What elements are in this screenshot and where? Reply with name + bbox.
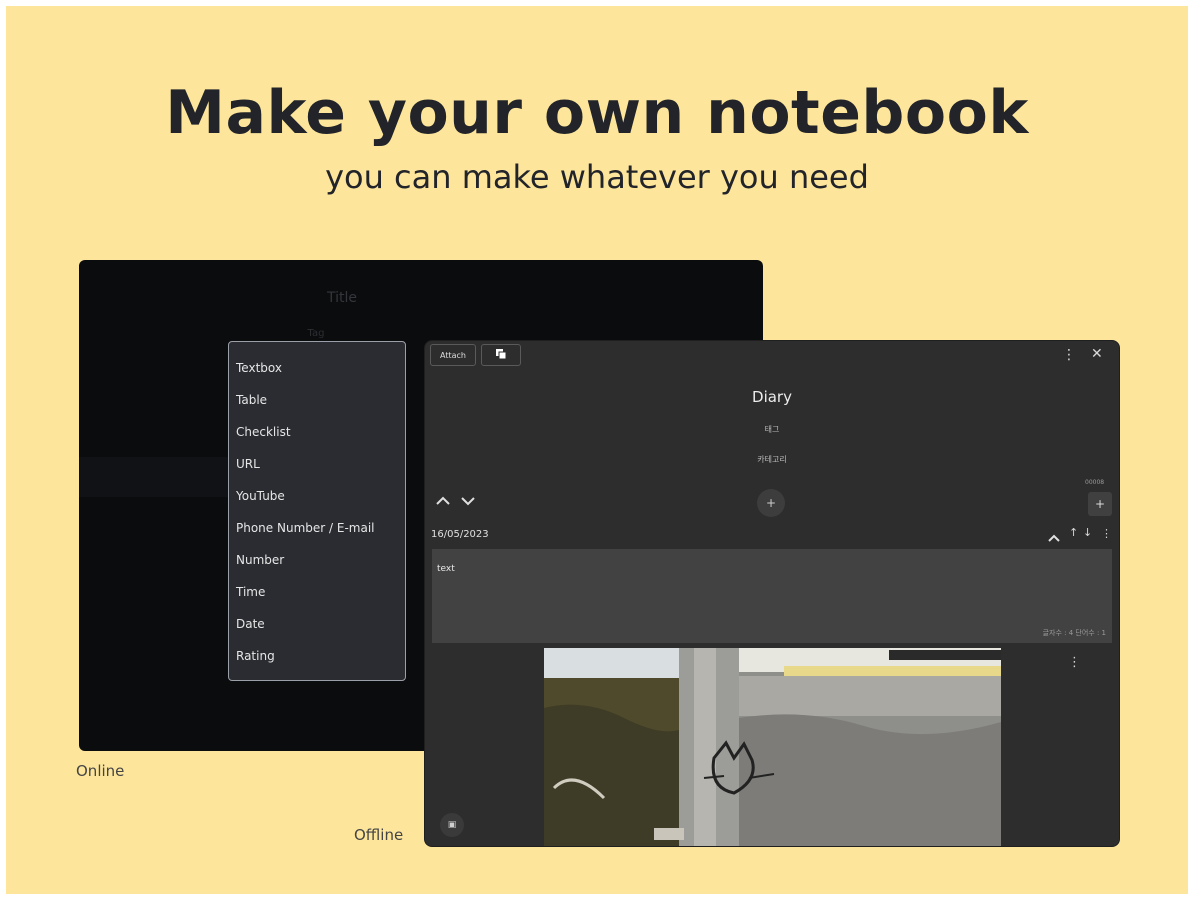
caption-online: Online <box>76 762 125 780</box>
small-counter: 00008 <box>1085 479 1105 486</box>
add-block-button[interactable]: + <box>1088 492 1112 516</box>
add-entry-button[interactable]: + <box>757 489 785 517</box>
notebook-tag[interactable]: 태그 <box>425 424 1119 435</box>
copy-icon <box>495 348 507 362</box>
menu-item-number[interactable]: Number <box>236 553 284 567</box>
note-tag[interactable]: Tag <box>301 328 331 339</box>
photo-more-icon[interactable]: ⋮ <box>1068 655 1081 670</box>
attach-button[interactable]: Attach <box>430 344 476 366</box>
text-block[interactable]: text 글자수 : 4 단어수 : 1 <box>432 549 1112 643</box>
menu-item-time[interactable]: Time <box>236 585 265 599</box>
text-block-counter: 글자수 : 4 단어수 : 1 <box>1042 629 1106 637</box>
menu-item-checklist[interactable]: Checklist <box>236 425 291 439</box>
selected-row-band <box>79 457 229 497</box>
note-title[interactable]: Title <box>302 290 382 306</box>
caption-offline: Offline <box>354 826 404 844</box>
chevron-down-icon[interactable] <box>460 492 476 511</box>
chevron-up-icon[interactable] <box>435 492 451 511</box>
grid-icon: ▣ <box>447 820 457 830</box>
notebook-title[interactable]: Diary <box>425 388 1119 406</box>
menu-item-table[interactable]: Table <box>236 393 267 407</box>
text-block-content[interactable]: text <box>437 564 455 574</box>
menu-item-youtube[interactable]: YouTube <box>236 489 285 503</box>
menu-item-rating[interactable]: Rating <box>236 649 275 663</box>
offline-window: Attach ⋮ ✕ Diary 태그 카테고리 + 00008 + 16/05… <box>425 341 1119 846</box>
entry-chevron-up-icon[interactable] <box>1047 528 1061 547</box>
move-up-icon[interactable]: ↑ <box>1069 526 1078 539</box>
copy-button[interactable] <box>481 344 521 366</box>
entry-date: 16/05/2023 <box>431 529 489 540</box>
menu-item-textbox[interactable]: Textbox <box>236 361 282 375</box>
notebook-category[interactable]: 카테고리 <box>425 454 1119 465</box>
photo-image <box>544 648 1001 846</box>
entry-more-icon[interactable]: ⋮ <box>1101 527 1112 540</box>
add-block-menu: Textbox Table Checklist URL YouTube Phon… <box>228 341 406 681</box>
headline: Make your own notebook <box>165 78 1029 148</box>
move-down-icon[interactable]: ↓ <box>1083 526 1092 539</box>
subheadline: you can make whatever you need <box>325 158 869 196</box>
close-icon[interactable]: ✕ <box>1091 346 1103 362</box>
menu-item-date[interactable]: Date <box>236 617 265 631</box>
more-vertical-icon[interactable]: ⋮ <box>1062 347 1076 363</box>
menu-item-phone-email[interactable]: Phone Number / E-mail <box>236 521 375 535</box>
settings-button[interactable]: ▣ <box>440 813 464 837</box>
menu-item-url[interactable]: URL <box>236 457 260 471</box>
